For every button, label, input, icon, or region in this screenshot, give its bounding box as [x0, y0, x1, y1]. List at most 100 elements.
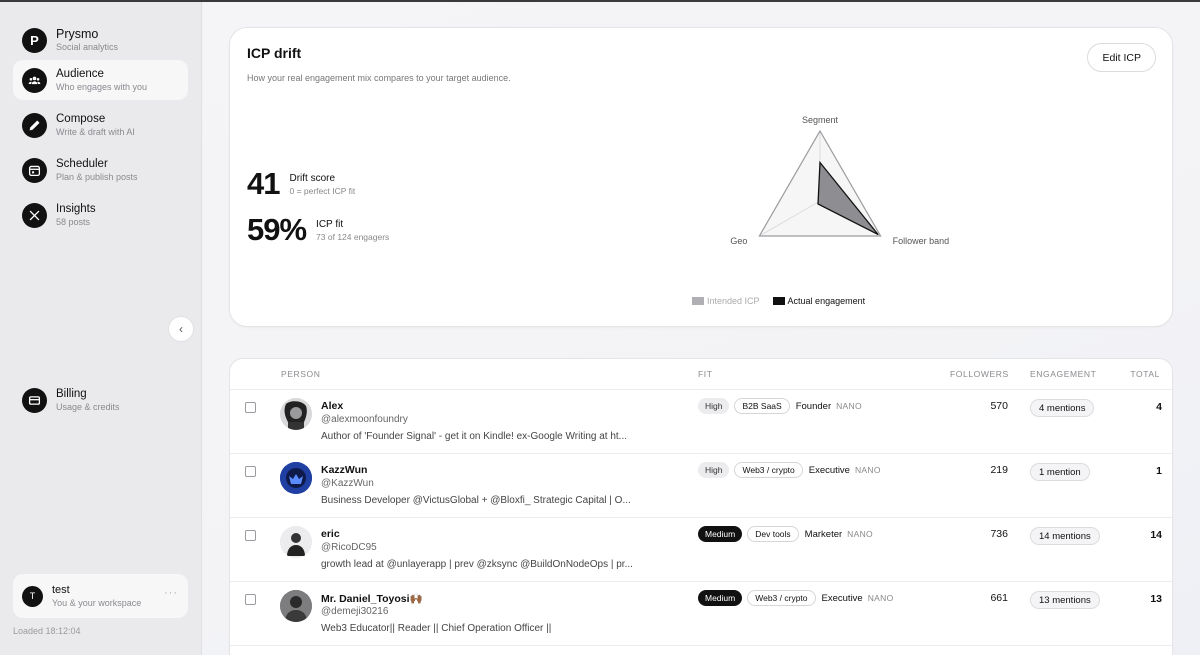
sidebar-item-compose[interactable]: Compose Write & draft with AI: [13, 105, 188, 145]
sidebar: P Prysmo Social analytics Audience Who e…: [0, 2, 202, 655]
row-checkbox[interactable]: [245, 530, 256, 541]
fit-level-badge: High: [698, 398, 730, 414]
person-bio: Web3 Educator|| Reader || Chief Operatio…: [321, 623, 552, 634]
drift-score-sub: 0 = perfect ICP fit: [289, 186, 356, 196]
pen-icon: [22, 112, 47, 138]
collapse-sidebar-button[interactable]: ‹: [168, 316, 194, 342]
sidebar-item-billing[interactable]: Billing Usage & credits: [13, 380, 188, 420]
sidebar-item-scheduler[interactable]: Scheduler Plan & publish posts: [13, 150, 188, 190]
column-header-total[interactable]: TOTAL: [1130, 369, 1160, 379]
tier-label: NANO: [847, 529, 873, 539]
radar-axis-label: Follower band: [893, 236, 950, 246]
mentions-badge[interactable]: 4 mentions: [1030, 399, 1095, 417]
fit-level-badge: Medium: [698, 526, 743, 542]
icp-title: ICP drift: [247, 45, 302, 61]
column-header-followers[interactable]: FOLLOWERS: [950, 369, 1009, 379]
person-name[interactable]: Mr. Daniel_Toyosi🙌🏾: [321, 592, 423, 605]
fit-tags: Medium Web3 / crypto Executive NANO: [698, 590, 893, 606]
icp-radar-chart: Segment Follower band Geo: [730, 116, 950, 246]
column-header-fit[interactable]: FIT: [698, 369, 713, 379]
avatar: [280, 590, 312, 622]
person-name[interactable]: Alex: [321, 400, 343, 412]
total-count: 1: [1156, 465, 1162, 477]
people-icon: [22, 67, 47, 93]
sidebar-item-label: Scheduler: [56, 158, 108, 170]
person-handle: @KazzWun: [321, 478, 374, 489]
tier-label: NANO: [867, 593, 894, 603]
sidebar-item-sub: Who engages with you: [56, 82, 148, 92]
industry-badge: B2B SaaS: [734, 398, 790, 414]
radar-axis-label: Segment: [802, 116, 839, 125]
mentions-badge[interactable]: 13 mentions: [1030, 591, 1100, 609]
row-checkbox[interactable]: [245, 594, 256, 605]
loaded-timestamp: Loaded 18:12:04: [13, 626, 81, 636]
engagers-table: PERSON FIT FOLLOWERS ENGAGEMENT TOTAL Al…: [229, 358, 1173, 655]
person-name[interactable]: KazzWun: [321, 464, 367, 476]
mentions-badge[interactable]: 14 mentions: [1030, 527, 1100, 545]
mentions-badge[interactable]: 1 mention: [1030, 463, 1090, 481]
avatar: T: [22, 585, 43, 607]
icp-fit-sub: 73 of 124 engagers: [316, 232, 390, 242]
radar-axis-label: Geo: [730, 236, 747, 246]
calendar-icon: [22, 157, 47, 183]
sidebar-item-sub: Write & draft with AI: [56, 127, 135, 137]
sidebar-item-audience[interactable]: Audience Who engages with you: [13, 60, 188, 100]
row-checkbox[interactable]: [245, 466, 256, 477]
icp-fit-value: 59%: [247, 212, 307, 247]
table-row[interactable]: KazzWun @KazzWun Business Developer @Vic…: [230, 454, 1172, 518]
followers-count: 570: [990, 400, 1008, 412]
role-label: Executive: [808, 464, 850, 476]
industry-badge: Web3 / crypto: [734, 462, 803, 478]
user-name: test: [52, 584, 70, 596]
more-options-icon[interactable]: ···: [164, 587, 178, 599]
sidebar-item-label: Billing: [56, 388, 87, 400]
table-row[interactable]: Alex @alexmoonfoundry Author of 'Founder…: [230, 390, 1172, 454]
brand-tagline: Social analytics: [56, 42, 119, 52]
followers-count: 736: [990, 528, 1008, 540]
card-icon: [22, 387, 47, 413]
tier-label: NANO: [836, 401, 862, 411]
fit-level-badge: Medium: [698, 590, 743, 606]
icp-fit-label: ICP fit: [316, 219, 344, 230]
table-row[interactable]: eric @RicoDC95 growth lead at @unlayerap…: [230, 518, 1172, 582]
row-checkbox[interactable]: [245, 402, 256, 413]
industry-badge: Dev tools: [747, 526, 799, 542]
sidebar-item-insights[interactable]: Insights 58 posts: [13, 195, 188, 235]
table-row[interactable]: Mr. Daniel_Toyosi🙌🏾 @demeji30216 Web3 Ed…: [230, 582, 1172, 646]
fit-tags: Medium Dev tools Marketer NANO: [698, 526, 873, 542]
icp-fit-metric: 59% ICP fit 73 of 124 engagers: [247, 214, 389, 246]
tier-label: NANO: [854, 465, 881, 475]
legend-item-intended: Intended ICP: [692, 296, 760, 306]
user-workspace-card[interactable]: T test You & your workspace ···: [13, 574, 188, 618]
legend-item-actual: Actual engagement: [772, 296, 865, 306]
legend-swatch-actual: [772, 297, 785, 305]
role-label: Founder: [795, 400, 832, 412]
person-handle: @alexmoonfoundry: [321, 414, 408, 425]
followers-count: 661: [990, 592, 1008, 604]
legend-swatch-intended: [692, 297, 704, 305]
person-handle: @RicoDC95: [321, 542, 377, 553]
role-label: Marketer: [804, 528, 843, 540]
total-count: 14: [1150, 529, 1162, 541]
person-bio: Author of 'Founder Signal' - get it on K…: [321, 431, 628, 442]
edit-icp-button[interactable]: Edit ICP: [1087, 43, 1156, 72]
sidebar-item-sub: 58 posts: [56, 217, 91, 227]
user-sub: You & your workspace: [52, 598, 142, 608]
drift-score-label: Drift score: [289, 173, 336, 184]
legend-label-intended: Intended ICP: [707, 296, 760, 306]
table-row-partial: [230, 647, 1172, 655]
followers-count: 219: [990, 464, 1008, 476]
brand[interactable]: P Prysmo Social analytics: [13, 20, 188, 60]
column-header-engagement[interactable]: ENGAGEMENT: [1030, 369, 1096, 379]
drift-score-metric: 41 Drift score 0 = perfect ICP fit: [247, 168, 355, 200]
fit-tags: High Web3 / crypto Executive NANO: [698, 462, 881, 478]
person-handle: @demeji30216: [321, 606, 389, 617]
industry-badge: Web3 / crypto: [747, 590, 816, 606]
column-header-person[interactable]: PERSON: [281, 369, 321, 379]
icp-drift-card: ICP drift How your real engagement mix c…: [229, 27, 1173, 327]
sidebar-item-label: Compose: [56, 113, 106, 125]
fit-level-badge: High: [698, 462, 730, 478]
person-name[interactable]: eric: [321, 528, 340, 540]
sidebar-item-sub: Plan & publish posts: [56, 172, 138, 182]
brand-logo: P: [22, 27, 47, 53]
